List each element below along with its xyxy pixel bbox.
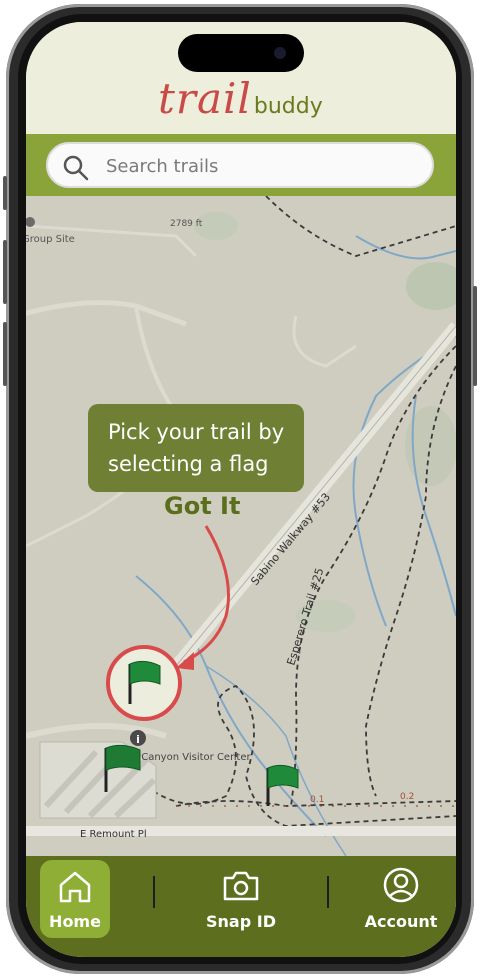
- app-screen: trailbuddy Search trails i Group Site 27…: [26, 22, 456, 957]
- label-remount: E Remount Pl: [80, 829, 147, 840]
- label-elevation: 2789 ft: [170, 219, 203, 229]
- side-button-left-1: [3, 176, 7, 210]
- trail-flag-highlighted[interactable]: [106, 645, 182, 721]
- side-button-left-3: [3, 322, 7, 386]
- trail-flag-esperero[interactable]: [266, 764, 299, 806]
- app-logo: trailbuddy: [158, 74, 323, 123]
- onboarding-tooltip: Pick your trail by selecting a flag: [88, 404, 304, 492]
- account-icon: [383, 867, 419, 903]
- nav-divider: [327, 876, 329, 908]
- nav-snap-id-label: Snap ID: [206, 912, 276, 931]
- search-placeholder: Search trails: [106, 156, 219, 177]
- bottom-nav: Home Snap ID Account: [26, 856, 456, 957]
- camera-lens: [274, 47, 286, 59]
- logo-buddy: buddy: [253, 94, 323, 119]
- dynamic-island: [178, 34, 304, 72]
- nav-snap-id[interactable]: Snap ID: [196, 860, 286, 938]
- nav-home[interactable]: Home: [40, 860, 110, 938]
- search-bar-area: Search trails: [26, 134, 456, 196]
- home-icon: [59, 871, 91, 903]
- nav-home-label: Home: [49, 912, 101, 931]
- tooltip-line-1: Pick your trail by: [108, 420, 285, 444]
- search-icon: [63, 155, 89, 181]
- got-it-button[interactable]: Got It: [164, 492, 240, 520]
- nav-account-label: Account: [364, 912, 438, 931]
- nav-account[interactable]: Account: [356, 860, 446, 938]
- svg-text:i: i: [136, 733, 140, 746]
- tooltip-line-2: selecting a flag: [108, 452, 269, 476]
- trail-map[interactable]: i Group Site 2789 ft Sabino Walkway #53 …: [26, 196, 456, 856]
- side-button-right: [473, 286, 477, 386]
- label-dist-2: 0.2: [400, 792, 414, 802]
- camera-icon: [223, 871, 259, 901]
- logo-trail: trail: [158, 74, 252, 123]
- map-canvas: i Group Site 2789 ft Sabino Walkway #53 …: [26, 196, 456, 856]
- nav-divider: [153, 876, 155, 908]
- label-group-site: Group Site: [26, 234, 75, 245]
- search-input[interactable]: Search trails: [46, 142, 434, 188]
- label-dist-1: 0.1: [310, 795, 324, 805]
- side-button-left-2: [3, 240, 7, 304]
